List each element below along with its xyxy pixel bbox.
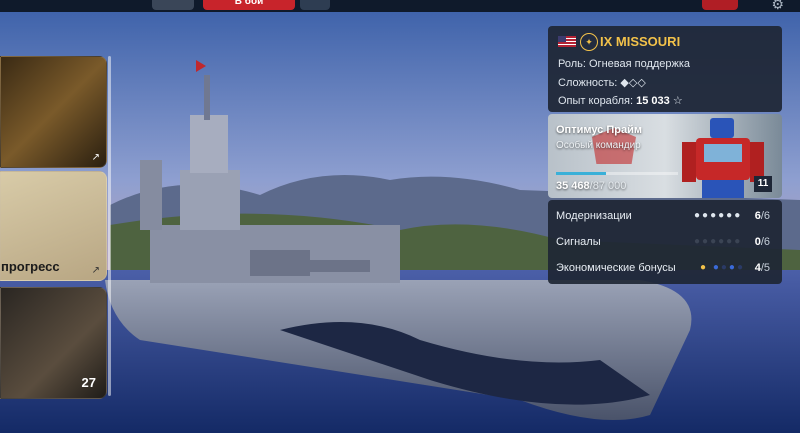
event-card-1[interactable]: ↗: [0, 56, 107, 168]
upgrade-dots: ●●●●●●: [694, 210, 743, 221]
commander-level-badge: 11: [754, 176, 772, 192]
top-right-button[interactable]: [702, 0, 738, 10]
event-card-progress[interactable]: прогресс ↗: [0, 171, 107, 281]
stat-economic-bonuses[interactable]: Экономические бонусы ● ●●●● 4/5: [556, 262, 778, 278]
usa-flag-icon: [558, 36, 576, 47]
event-card-count: 27: [81, 375, 96, 390]
stat-signals[interactable]: Сигналы ●●●●●● 0/6: [556, 236, 778, 252]
commander-subtitle: Особый командир: [556, 140, 641, 151]
ship-difficulty: Сложность: ◆◇◇: [558, 77, 646, 89]
top-left-button[interactable]: [152, 0, 194, 10]
top-mid-button[interactable]: [300, 0, 330, 10]
ship-info-panel: ✦ IX MISSOURI Роль: Огневая поддержка Сл…: [548, 26, 782, 112]
top-bar: В бой ⚙: [0, 0, 800, 12]
ship-role: Роль: Огневая поддержка: [558, 58, 691, 70]
bonus-dots: ● ●●●●: [700, 262, 746, 273]
battle-button[interactable]: В бой: [203, 0, 295, 10]
left-scrollbar[interactable]: [108, 56, 111, 396]
ship-xp: Опыт корабля: 15 033 ☆: [558, 95, 683, 107]
tier-emblem-icon: ✦: [580, 33, 598, 51]
event-card-3[interactable]: 27: [0, 287, 107, 399]
commander-xp: 35 468/87 000: [556, 180, 627, 192]
commander-xp-bar-track: [606, 172, 678, 175]
commander-xp-bar: [556, 172, 606, 175]
star-icon: ☆: [672, 95, 683, 107]
event-card-label: прогресс: [1, 259, 60, 274]
ship-stats-panel: Модернизации ●●●●●● 6/6 Сигналы ●●●●●● 0…: [548, 200, 782, 284]
expand-arrow-icon: ↗: [91, 265, 100, 276]
commander-name: Оптимус Прайм: [556, 124, 643, 136]
expand-arrow-icon: ↗: [91, 152, 100, 163]
ship-name: IX MISSOURI: [600, 34, 681, 49]
signal-dots: ●●●●●●: [694, 236, 743, 247]
commander-card[interactable]: Оптимус Прайм Особый командир 35 468/87 …: [548, 114, 782, 198]
gear-icon[interactable]: ⚙: [771, 0, 784, 13]
stat-upgrades[interactable]: Модернизации ●●●●●● 6/6: [556, 210, 778, 226]
